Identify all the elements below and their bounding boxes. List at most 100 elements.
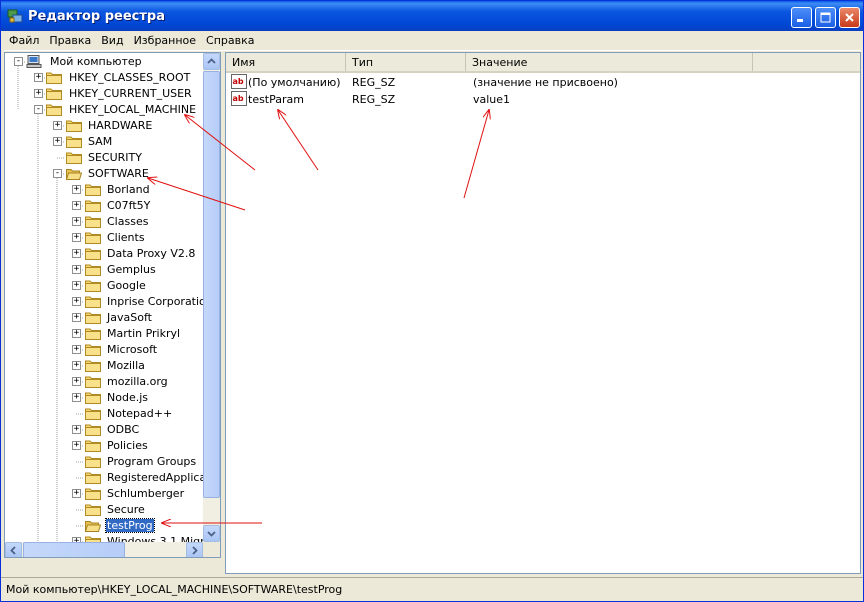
tree-node-mozilla[interactable]: + Mozilla [5, 358, 203, 374]
collapse-toggle[interactable]: - [14, 57, 23, 66]
expand-toggle[interactable]: + [53, 137, 62, 146]
tree-node-classes[interactable]: + Classes [5, 214, 203, 230]
value-row-default[interactable]: ab (По умолчанию) REG_SZ (значение не пр… [231, 74, 860, 91]
expand-toggle[interactable]: + [72, 361, 81, 370]
expand-toggle[interactable]: + [72, 185, 81, 194]
tree-node-policies[interactable]: + Policies [5, 438, 203, 454]
expand-toggle[interactable]: + [72, 265, 81, 274]
expand-toggle[interactable]: + [72, 329, 81, 338]
value-data: value1 [473, 93, 511, 106]
tree-node-mozilla-org[interactable]: + mozilla.org [5, 374, 203, 390]
folder-icon [85, 424, 101, 436]
scroll-left-button[interactable] [5, 542, 22, 557]
expand-toggle[interactable]: + [72, 345, 81, 354]
tree-node-inprise-corporation[interactable]: + Inprise Corporation [5, 294, 203, 310]
tree-scroll-thumb[interactable] [203, 71, 220, 498]
tree-node-secure[interactable]: Secure [5, 502, 203, 518]
menu-help[interactable]: Справка [201, 34, 259, 47]
collapse-toggle[interactable]: - [53, 169, 62, 178]
value-type: REG_SZ [352, 93, 396, 106]
expand-toggle[interactable]: + [72, 233, 81, 242]
maximize-button[interactable] [815, 7, 836, 28]
tree-node-testprog[interactable]: testProg [5, 518, 203, 534]
tree-hscroll-thumb[interactable] [23, 542, 125, 557]
collapse-toggle[interactable]: - [34, 105, 43, 114]
scroll-up-button[interactable] [203, 53, 220, 70]
value-row-testparam[interactable]: ab testParam REG_SZ value1 [231, 91, 860, 108]
tree-node-node-js[interactable]: + Node.js [5, 390, 203, 406]
folder-icon [66, 120, 82, 132]
scrollbar-corner [203, 542, 220, 557]
tree-node-javasoft[interactable]: + JavaSoft [5, 310, 203, 326]
folder-icon [46, 72, 62, 84]
expand-toggle[interactable]: + [72, 217, 81, 226]
expand-toggle[interactable]: + [72, 393, 81, 402]
expand-toggle[interactable]: + [72, 441, 81, 450]
minimize-button[interactable] [791, 7, 812, 28]
folder-icon [85, 296, 101, 308]
tree-node-odbc[interactable]: + ODBC [5, 422, 203, 438]
menu-file[interactable]: Файл [4, 34, 44, 47]
tree-node-sam[interactable]: + SAM [5, 134, 203, 150]
tree-node-borland[interactable]: + Borland [5, 182, 203, 198]
expand-toggle[interactable]: + [53, 121, 62, 130]
expand-toggle[interactable]: + [34, 73, 43, 82]
computer-icon [26, 55, 42, 68]
tree-node-hklm[interactable]: - HKEY_LOCAL_MACHINE [5, 102, 203, 118]
tree-node-schlumberger[interactable]: + Schlumberger [5, 486, 203, 502]
tree-node-label: Inprise Corporation [107, 295, 203, 308]
expand-toggle[interactable]: + [72, 425, 81, 434]
expand-toggle[interactable]: + [72, 377, 81, 386]
expand-toggle[interactable]: + [72, 297, 81, 306]
tree-node-software[interactable]: - SOFTWARE [5, 166, 203, 182]
tree-node-microsoft[interactable]: + Microsoft [5, 342, 203, 358]
registry-values-pane[interactable]: Имя Тип Значение ab (По умолчанию) REG_S… [225, 52, 861, 574]
folder-icon [85, 360, 101, 372]
tree-vertical-scrollbar[interactable] [203, 53, 220, 542]
tree-node-label: Borland [107, 183, 150, 196]
value-type: REG_SZ [352, 76, 396, 89]
tree-node-gemplus[interactable]: + Gemplus [5, 262, 203, 278]
value-name: testParam [248, 93, 304, 106]
folder-icon [46, 104, 62, 116]
tree-node-clients[interactable]: + Clients [5, 230, 203, 246]
expand-toggle[interactable]: + [72, 313, 81, 322]
title-bar[interactable]: Редактор реестра [1, 1, 863, 31]
scroll-down-button[interactable] [203, 525, 220, 542]
expand-toggle[interactable]: + [72, 489, 81, 498]
registry-tree-pane[interactable]: - Мой компьютер + HKEY_CLASSES_ROOT + HKEY_CU… [4, 52, 221, 558]
tree-node-program-groups[interactable]: Program Groups [5, 454, 203, 470]
tree-node-google[interactable]: + Google [5, 278, 203, 294]
tree-node-data-proxy-v2-8[interactable]: + Data Proxy V2.8 [5, 246, 203, 262]
column-header-name[interactable]: Имя [226, 53, 346, 71]
tree-node-registeredapplications[interactable]: RegisteredApplications [5, 470, 203, 486]
expand-toggle[interactable]: + [34, 89, 43, 98]
close-button[interactable] [839, 7, 860, 28]
column-header-type[interactable]: Тип [346, 53, 466, 71]
folder-icon [46, 88, 62, 100]
tree-node-security[interactable]: SECURITY [5, 150, 203, 166]
menu-edit[interactable]: Правка [44, 34, 96, 47]
tree-node-notepad[interactable]: Notepad++ [5, 406, 203, 422]
expand-toggle[interactable]: + [72, 201, 81, 210]
expand-toggle[interactable]: + [72, 249, 81, 258]
expand-toggle[interactable]: + [72, 281, 81, 290]
tree-node-hkcu[interactable]: + HKEY_CURRENT_USER [5, 86, 203, 102]
column-header-value[interactable]: Значение [466, 53, 753, 71]
tree-node-label: Мой компьютер [50, 55, 142, 68]
tree-node-windows-3-1-migration-status[interactable]: +Windows 3.1 Migration Status [5, 534, 203, 542]
tree-node-hkcr[interactable]: + HKEY_CLASSES_ROOT [5, 70, 203, 86]
folder-icon [85, 312, 101, 324]
tree-node-my-computer[interactable]: - Мой компьютер [5, 54, 203, 70]
svg-text:ab: ab [233, 94, 244, 103]
tree-horizontal-scrollbar[interactable] [5, 542, 203, 557]
list-header: Имя Тип Значение [226, 53, 860, 73]
folder-icon [85, 200, 101, 212]
menu-view[interactable]: Вид [96, 34, 128, 47]
tree-node-hardware[interactable]: + HARDWARE [5, 118, 203, 134]
menu-favorites[interactable]: Избранное [129, 34, 201, 47]
scroll-right-button[interactable] [186, 542, 203, 557]
tree-node-martin-prikryl[interactable]: + Martin Prikryl [5, 326, 203, 342]
tree-node-c07ft5y[interactable]: + C07ft5Y [5, 198, 203, 214]
tree-node-label: testProg [105, 518, 155, 533]
